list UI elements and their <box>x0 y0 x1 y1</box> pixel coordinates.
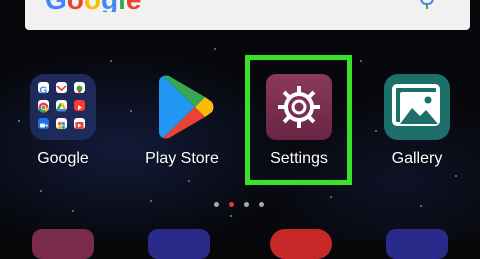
page-dot[interactable] <box>244 202 249 207</box>
google-logo: Google <box>45 0 141 12</box>
logo-letter: l <box>118 0 126 12</box>
app-gallery[interactable]: Gallery <box>372 74 462 168</box>
app-label: Google <box>37 150 89 167</box>
chrome-icon <box>38 100 49 113</box>
page-dot-active[interactable] <box>229 202 234 207</box>
app-label: Play Store <box>145 150 219 167</box>
svg-text:G: G <box>40 86 48 96</box>
dock-app-icon[interactable] <box>32 229 94 259</box>
play-movies-icon <box>74 118 85 129</box>
google-search-bar[interactable]: Google <box>25 0 470 30</box>
microphone-icon[interactable] <box>418 0 436 10</box>
logo-letter: e <box>126 0 142 12</box>
gmail-icon <box>56 82 67 93</box>
photos-icon <box>56 118 67 130</box>
page-indicator <box>0 202 480 208</box>
settings-highlight-frame <box>245 55 352 185</box>
dock-app-icon[interactable] <box>270 229 332 259</box>
maps-icon <box>74 82 85 94</box>
duo-icon <box>38 118 49 129</box>
app-label: Gallery <box>391 150 443 167</box>
app-google-folder[interactable]: G Google <box>18 74 108 168</box>
google-mini-icon: G <box>38 82 49 97</box>
logo-letter: o <box>67 0 84 12</box>
drive-icon <box>56 100 67 112</box>
dock-app-icon[interactable] <box>148 229 210 259</box>
youtube-icon <box>74 100 85 111</box>
logo-letter: G <box>45 0 67 12</box>
page-dot[interactable] <box>259 202 264 207</box>
app-play-store[interactable]: Play Store <box>137 74 227 168</box>
logo-letter: g <box>101 0 118 12</box>
logo-letter: o <box>84 0 101 12</box>
page-dot[interactable] <box>214 202 219 207</box>
gallery-icon <box>384 74 450 140</box>
dock-app-icon[interactable] <box>386 229 448 259</box>
play-store-icon <box>149 74 215 140</box>
google-folder-icon: G <box>30 74 96 140</box>
